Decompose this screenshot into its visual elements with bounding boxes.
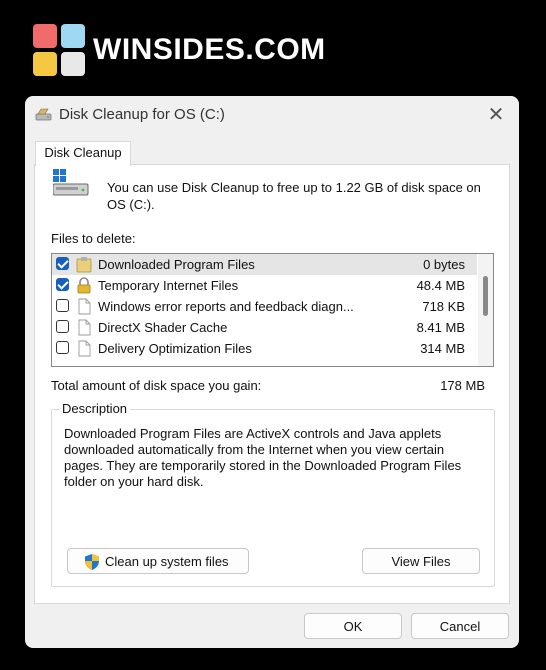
file-size: 48.4 MB	[416, 278, 465, 293]
file-name: Temporary Internet Files	[98, 278, 239, 293]
file-checkbox[interactable]	[56, 299, 69, 312]
disk-cleanup-window: Disk Cleanup for OS (C:) ✕ Disk Cleanup …	[25, 96, 519, 648]
total-gain-label: Total amount of disk space you gain:	[51, 378, 262, 393]
lock-icon	[77, 277, 91, 294]
file-name: Delivery Optimization Files	[98, 341, 252, 356]
scrollbar-thumb[interactable]	[483, 276, 488, 316]
file-size: 718 KB	[422, 299, 465, 314]
file-name: DirectX Shader Cache	[98, 320, 228, 335]
document-icon	[78, 340, 91, 357]
tab-panel: You can use Disk Cleanup to free up to 1…	[34, 164, 510, 604]
list-item[interactable]: Delivery Optimization Files 314 MB	[52, 338, 477, 359]
files-list[interactable]: Downloaded Program Files 0 bytes Tempora…	[51, 253, 494, 367]
uac-shield-icon	[85, 554, 99, 570]
file-checkbox[interactable]	[56, 341, 69, 354]
title-bar: Disk Cleanup for OS (C:) ✕	[25, 96, 519, 134]
description-text: Downloaded Program Files are ActiveX con…	[64, 426, 462, 489]
file-name: Windows error reports and feedback diagn…	[98, 299, 354, 314]
file-size: 8.41 MB	[416, 320, 465, 335]
tab-disk-cleanup[interactable]: Disk Cleanup	[35, 141, 131, 166]
document-icon	[78, 298, 91, 315]
brand-name: WINSIDES.COM	[93, 33, 326, 66]
file-size: 0 bytes	[423, 257, 465, 272]
cancel-button[interactable]: Cancel	[411, 613, 509, 639]
file-size: 314 MB	[420, 341, 465, 356]
list-item[interactable]: Downloaded Program Files 0 bytes	[52, 254, 477, 275]
window-title: Disk Cleanup for OS (C:)	[59, 106, 225, 123]
ok-button[interactable]: OK	[304, 613, 402, 639]
files-to-delete-label: Files to delete:	[51, 231, 136, 246]
document-icon	[78, 319, 91, 336]
hard-drive-icon	[53, 169, 89, 196]
disk-cleanup-app-icon	[35, 108, 52, 121]
view-files-button[interactable]: View Files	[362, 548, 480, 574]
description-title: Description	[59, 401, 131, 416]
description-group: Description Downloaded Program Files are…	[51, 401, 495, 587]
close-icon[interactable]: ✕	[483, 102, 509, 128]
list-item[interactable]: Windows error reports and feedback diagn…	[52, 296, 477, 317]
clean-up-system-files-button[interactable]: Clean up system files	[67, 548, 249, 574]
brand-logo: WINSIDES.COM	[33, 22, 326, 78]
list-scrollbar[interactable]	[478, 254, 493, 366]
winsides-logo-icon	[33, 24, 85, 76]
file-checkbox[interactable]	[56, 278, 69, 291]
clean-up-label: Clean up system files	[105, 554, 229, 569]
folder-icon	[76, 257, 92, 273]
list-item[interactable]: DirectX Shader Cache 8.41 MB	[52, 317, 477, 338]
list-item[interactable]: Temporary Internet Files 48.4 MB	[52, 275, 477, 296]
file-checkbox[interactable]	[56, 257, 69, 270]
info-text: You can use Disk Cleanup to free up to 1…	[107, 180, 481, 212]
file-checkbox[interactable]	[56, 320, 69, 333]
total-gain-value: 178 MB	[440, 378, 485, 393]
file-name: Downloaded Program Files	[98, 257, 255, 272]
